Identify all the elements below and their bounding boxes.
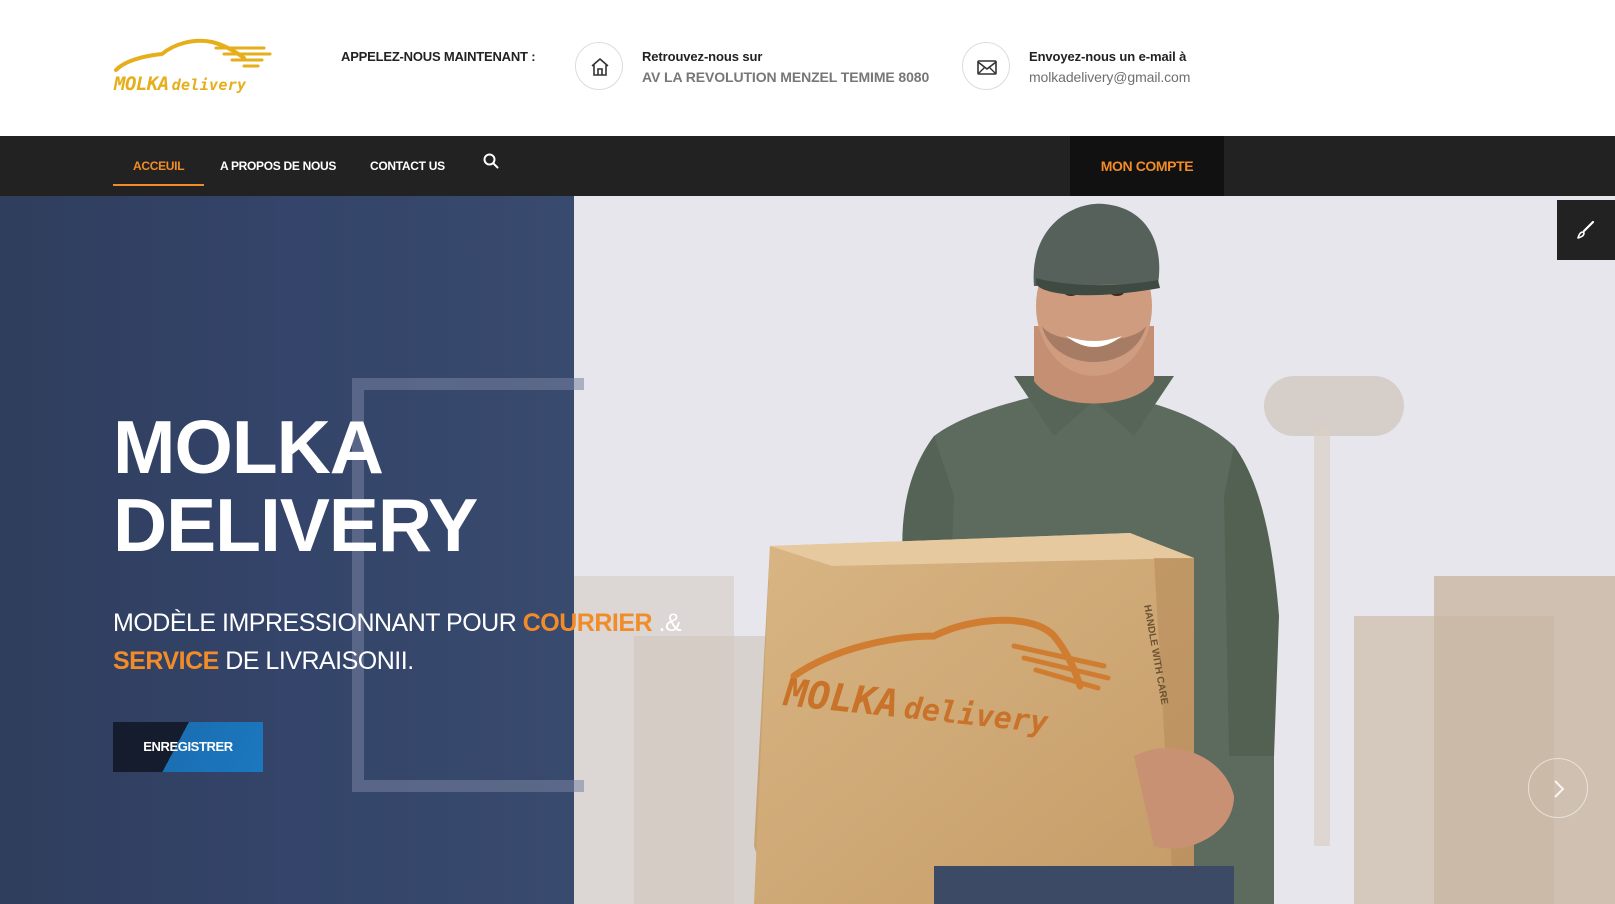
- hero-sub-highlight-courrier: COURRIER: [522, 609, 653, 637]
- main-nav: ACCEUIL A PROPOS DE NOUS CONTACT US: [0, 136, 1615, 196]
- hero-sub-part1: MODÈLE IMPRESSIONNANT POUR: [113, 609, 523, 637]
- delivery-man-illustration: [574, 196, 1615, 904]
- active-nav-indicator: [113, 184, 204, 186]
- hero-subtitle-line2: SERVICE DE LIVRAISONII.: [113, 642, 681, 680]
- call-now-label: APPELEZ-NOUS MAINTENANT :: [341, 49, 536, 64]
- hero-title-line1: MOLKA: [113, 405, 384, 489]
- hero-slider: MOLKAdelivery HANDLE WITH CARE MOLKA DEL…: [0, 196, 1615, 904]
- hero-title-line2: DELIVERY: [113, 483, 478, 567]
- brush-icon[interactable]: [1557, 200, 1615, 260]
- hero-photo: MOLKAdelivery HANDLE WITH CARE: [574, 196, 1615, 904]
- email-link[interactable]: molkadelivery@gmail.com: [1029, 69, 1190, 85]
- address-value: AV LA REVOLUTION MENZEL TEMIME 8080: [642, 69, 930, 85]
- hero-sub-part2: .&: [652, 609, 682, 637]
- home-icon: [575, 42, 623, 90]
- logo-word-molka: MOLKA: [114, 73, 169, 95]
- mail-icon: [962, 42, 1010, 90]
- hero-subtitle-line1: MODÈLE IMPRESSIONNANT POUR COURRIER .&: [113, 604, 682, 642]
- hero-sub-highlight-service: SERVICE: [113, 647, 219, 675]
- logo-word-delivery: delivery: [171, 76, 247, 94]
- nav-item-a-propos[interactable]: A PROPOS DE NOUS: [220, 136, 336, 196]
- address-title: Retrouvez-nous sur: [642, 49, 763, 64]
- nav-item-contact[interactable]: CONTACT US: [370, 136, 445, 196]
- chevron-right-icon[interactable]: [1528, 758, 1588, 818]
- email-title: Envoyez-nous un e-mail à: [1029, 49, 1187, 64]
- hero-sub-part3: DE LIVRAISONII.: [218, 647, 414, 675]
- hero-title: MOLKA DELIVERY: [113, 405, 478, 567]
- my-account-button[interactable]: MON COMPTE: [1070, 136, 1224, 196]
- register-button[interactable]: ENREGISTRER: [113, 722, 263, 772]
- logo-text: MOLKA delivery: [114, 73, 246, 95]
- site-logo[interactable]: MOLKA delivery: [112, 36, 274, 100]
- logo-car-icon: [114, 38, 272, 72]
- hero-subtitle: MODÈLE IMPRESSIONNANT POUR COURRIER .& S…: [113, 604, 682, 680]
- top-header: MOLKA delivery APPELEZ-NOUS MAINTENANT : …: [0, 0, 1615, 136]
- nav-item-accueil[interactable]: ACCEUIL: [133, 136, 185, 196]
- search-icon[interactable]: [482, 152, 500, 170]
